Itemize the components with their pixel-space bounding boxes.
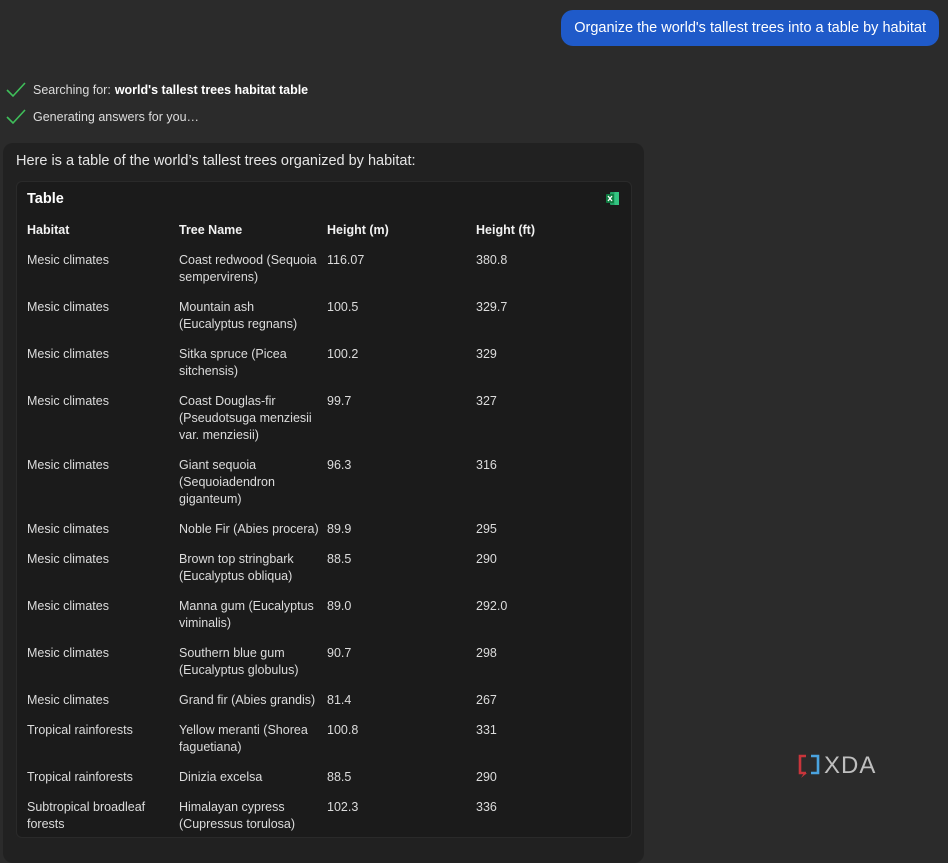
table-title: Table — [27, 191, 64, 207]
cell-habitat: Mesic climates — [27, 458, 109, 472]
table-row: Mesic climates Giant sequoia (Sequoiaden… — [27, 457, 616, 521]
cell-tree-name: Manna gum (Eucalyptus viminalis) — [179, 599, 314, 630]
cell-habitat: Mesic climates — [27, 599, 109, 613]
cell-height-m: 90.7 — [327, 646, 352, 660]
cell-height-m: 81.4 — [327, 693, 352, 707]
table-row: Subtropical broadleaf forests Himalayan … — [27, 799, 616, 846]
answer-intro: Here is a table of the world’s tallest t… — [16, 153, 416, 169]
cell-height-ft: 295 — [476, 522, 497, 536]
column-header-habitat: Habitat — [27, 223, 70, 237]
table-row: Mesic climates Grand fir (Abies grandis)… — [27, 692, 616, 722]
cell-habitat: Mesic climates — [27, 693, 109, 707]
cell-habitat: Mesic climates — [27, 394, 109, 408]
cell-height-m: 102.3 — [327, 800, 359, 814]
cell-height-m: 100.5 — [327, 300, 359, 314]
cell-tree-name: Mountain ash (Eucalyptus regnans) — [179, 300, 298, 331]
cell-habitat: Tropical rainforests — [27, 770, 133, 784]
cell-tree-name: Yellow meranti (Shorea faguetiana) — [179, 723, 308, 754]
cell-height-ft: 298 — [476, 646, 497, 660]
searching-label: Searching for: — [33, 83, 111, 97]
cell-habitat: Mesic climates — [27, 552, 109, 566]
cell-height-m: 96.3 — [327, 458, 352, 472]
cell-height-ft: 380.8 — [476, 253, 508, 267]
table-row: Mesic climates Coast redwood (Sequoia se… — [27, 252, 616, 299]
column-header-height-ft: Height (ft) — [476, 223, 536, 237]
cell-tree-name: Grand fir (Abies grandis) — [179, 693, 316, 707]
cell-habitat: Mesic climates — [27, 253, 109, 267]
cell-height-ft: 290 — [476, 552, 497, 566]
cell-height-ft: 336 — [476, 800, 497, 814]
cell-tree-name: Brown top stringbark (Eucalyptus obliqua… — [179, 552, 294, 583]
cell-height-m: 99.7 — [327, 394, 352, 408]
cell-habitat: Mesic climates — [27, 522, 109, 536]
cell-height-ft: 316 — [476, 458, 497, 472]
cell-height-ft: 290 — [476, 770, 497, 784]
answer-card: Here is a table of the world’s tallest t… — [3, 143, 644, 863]
table-header-row: Habitat Tree Name Height (m) Height (ft) — [27, 222, 616, 252]
table-panel: Table Habitat Tree Name Height (m) Heigh… — [16, 181, 632, 838]
cell-height-m: 89.0 — [327, 599, 352, 613]
cell-tree-name: Dinizia excelsa — [179, 770, 263, 784]
cell-tree-name: Coast redwood (Sequoia sempervirens) — [179, 253, 317, 284]
status-searching: Searching for: world's tallest trees hab… — [6, 82, 308, 98]
user-message-bubble: Organize the world's tallest trees into … — [561, 10, 939, 46]
cell-height-m: 88.5 — [327, 770, 352, 784]
cell-habitat: Mesic climates — [27, 347, 109, 361]
table-row: Tropical rainforests Yellow meranti (Sho… — [27, 722, 616, 769]
table-row: Mesic climates Brown top stringbark (Euc… — [27, 551, 616, 598]
cell-height-ft: 331 — [476, 723, 497, 737]
cell-height-m: 116.07 — [327, 253, 365, 267]
search-query: world's tallest trees habitat table — [114, 83, 309, 97]
cell-height-ft: 327 — [476, 394, 497, 408]
cell-habitat: Mesic climates — [27, 300, 109, 314]
trees-table: Habitat Tree Name Height (m) Height (ft)… — [27, 222, 616, 846]
xda-watermark: XDA — [797, 752, 876, 780]
cell-tree-name: Southern blue gum (Eucalyptus globulus) — [179, 646, 299, 677]
table-row: Mesic climates Southern blue gum (Eucaly… — [27, 645, 616, 692]
cell-habitat: Mesic climates — [27, 646, 109, 660]
cell-height-m: 88.5 — [327, 552, 352, 566]
watermark-text: XDA — [824, 752, 877, 779]
cell-height-m: 100.2 — [327, 347, 359, 361]
table-row: Mesic climates Manna gum (Eucalyptus vim… — [27, 598, 616, 645]
column-header-height-m: Height (m) — [327, 223, 389, 237]
cell-tree-name: Noble Fir (Abies procera) — [179, 522, 319, 536]
generating-label: Generating answers for you… — [33, 110, 200, 124]
cell-height-ft: 329 — [476, 347, 497, 361]
table-row: Mesic climates Sitka spruce (Picea sitch… — [27, 346, 616, 393]
checkmark-icon — [6, 82, 26, 98]
cell-height-ft: 267 — [476, 693, 497, 707]
checkmark-icon — [6, 109, 26, 125]
cell-height-ft: 329.7 — [476, 300, 508, 314]
excel-icon[interactable] — [605, 191, 620, 206]
xda-logo-bracket-icon — [798, 754, 820, 778]
table-row: Tropical rainforests Dinizia excelsa 88.… — [27, 769, 616, 799]
cell-tree-name: Himalayan cypress (Cupressus torulosa) — [179, 800, 296, 831]
cell-tree-name: Coast Douglas-fir (Pseudotsuga menziesii… — [179, 394, 312, 442]
cell-height-m: 100.8 — [327, 723, 359, 737]
column-header-tree-name: Tree Name — [179, 223, 243, 237]
table-row: Mesic climates Noble Fir (Abies procera)… — [27, 521, 616, 551]
cell-tree-name: Giant sequoia (Sequoiadendron giganteum) — [179, 458, 275, 506]
cell-height-m: 89.9 — [327, 522, 352, 536]
cell-height-ft: 292.0 — [476, 599, 508, 613]
table-row: Mesic climates Mountain ash (Eucalyptus … — [27, 299, 616, 346]
cell-habitat: Subtropical broadleaf forests — [27, 800, 146, 831]
status-generating: Generating answers for you… — [6, 109, 199, 125]
table-row: Mesic climates Coast Douglas-fir (Pseudo… — [27, 393, 616, 457]
cell-tree-name: Sitka spruce (Picea sitchensis) — [179, 347, 287, 378]
cell-habitat: Tropical rainforests — [27, 723, 133, 737]
